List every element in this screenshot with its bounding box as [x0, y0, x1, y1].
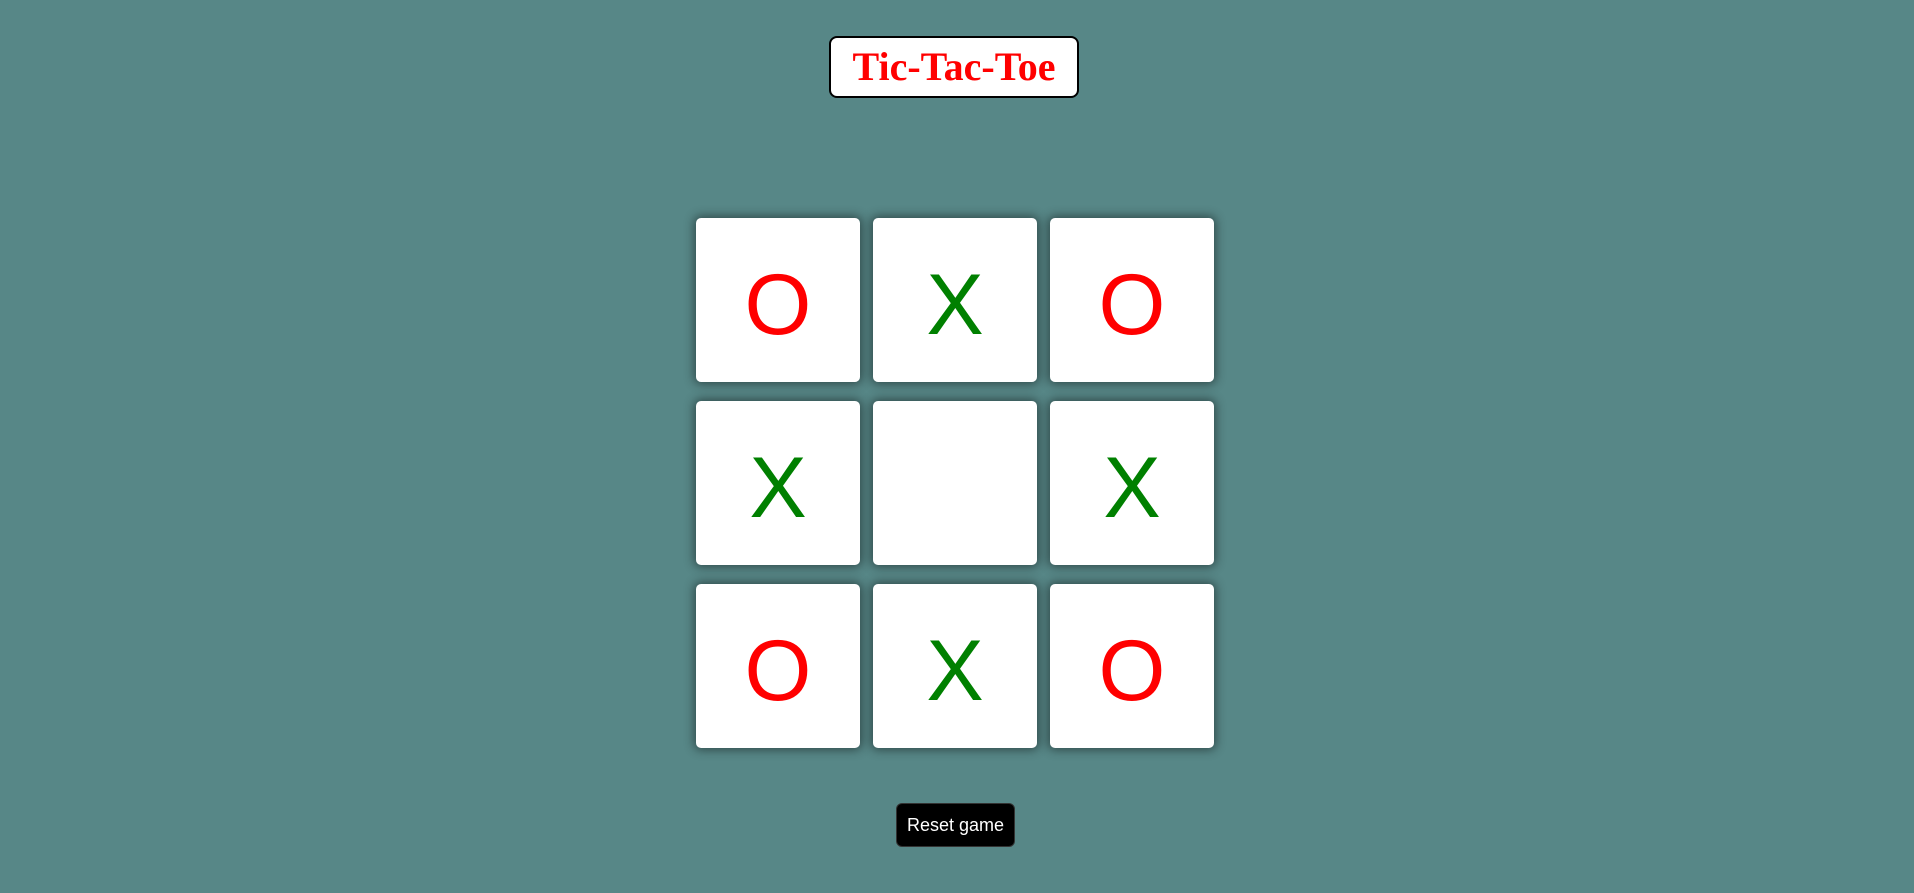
board-cell-7[interactable]: O: [696, 584, 860, 748]
cell-mark: O: [1098, 623, 1166, 719]
reset-game-button[interactable]: Reset game: [896, 803, 1015, 847]
cell-mark: X: [1103, 440, 1161, 536]
cell-mark: O: [1098, 257, 1166, 353]
title-box: Tic-Tac-Toe: [829, 36, 1079, 98]
board-cell-6[interactable]: X: [1050, 401, 1214, 565]
board-cell-4[interactable]: X: [696, 401, 860, 565]
board-cell-9[interactable]: O: [1050, 584, 1214, 748]
board-cell-2[interactable]: X: [873, 218, 1037, 382]
cell-mark: X: [926, 623, 984, 719]
cell-mark: O: [744, 257, 812, 353]
cell-mark: X: [749, 440, 807, 536]
board-cell-8[interactable]: X: [873, 584, 1037, 748]
page-title: Tic-Tac-Toe: [852, 44, 1056, 89]
board-cell-5[interactable]: [873, 401, 1037, 565]
cell-mark: O: [744, 623, 812, 719]
game-board: O X O X X O X O: [696, 218, 1214, 748]
board-cell-3[interactable]: O: [1050, 218, 1214, 382]
board-cell-1[interactable]: O: [696, 218, 860, 382]
cell-mark: X: [926, 257, 984, 353]
